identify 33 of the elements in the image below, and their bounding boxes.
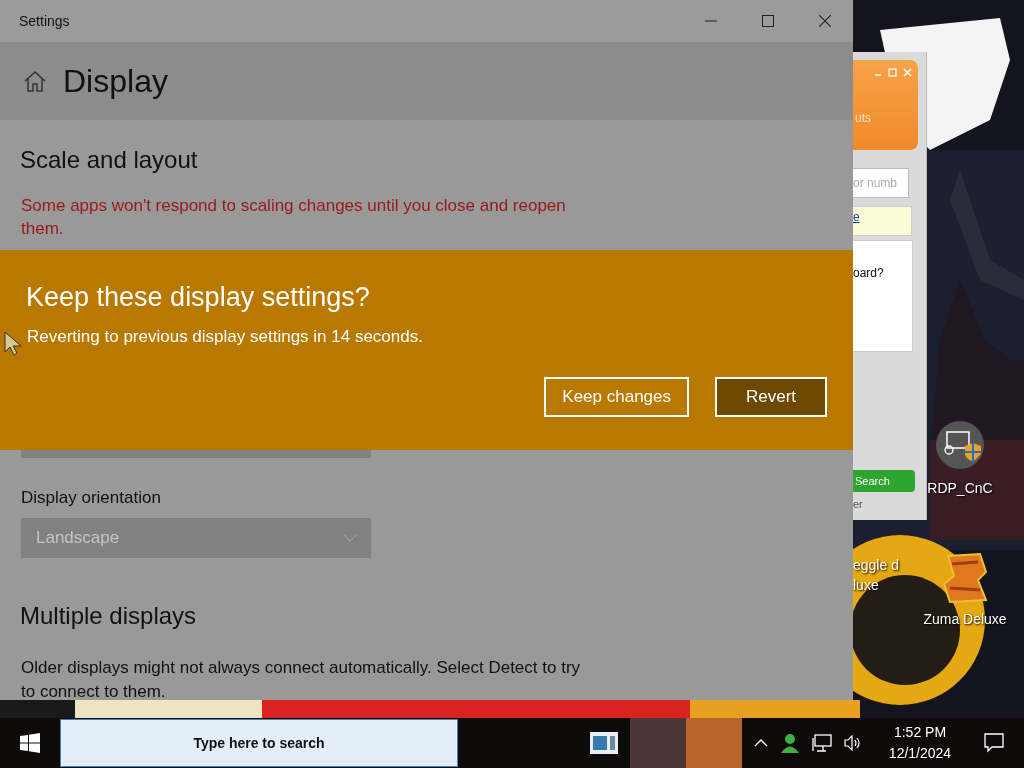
- network-icon[interactable]: [812, 734, 832, 752]
- field-label: Display orientation: [21, 488, 162, 508]
- section-heading: Multiple displays: [20, 602, 198, 630]
- date-text: 12/1/2024: [888, 744, 952, 763]
- countdown-text: Reverting to previous display settings in 14 seconds.: [26, 327, 423, 347]
- stone-idol-icon[interactable]: [940, 550, 990, 605]
- start-icon[interactable]: [20, 733, 40, 753]
- time-text: 1:52 PM: [893, 723, 947, 742]
- close-icon[interactable]: [819, 15, 831, 27]
- warning-text: Some apps won't respond to scaling changes until you close and reopen them.: [21, 195, 567, 240]
- window-icon[interactable]: [590, 732, 618, 754]
- link[interactable]: e: [853, 210, 860, 224]
- question-text: oard?: [853, 266, 884, 280]
- icon-label[interactable]: Zuma Deluxe: [923, 609, 1007, 629]
- window-title: Settings: [19, 13, 70, 29]
- maximize-icon[interactable]: [762, 15, 774, 27]
- icon-label[interactable]: RDP_CnC: [927, 478, 993, 498]
- remote-desktop-icon[interactable]: [935, 420, 985, 470]
- person-icon[interactable]: [780, 733, 800, 753]
- dialog-button[interactable]: Revert: [715, 377, 827, 417]
- page-title: Display: [63, 62, 168, 100]
- speaker-icon[interactable]: [844, 735, 862, 751]
- home-icon[interactable]: [23, 70, 47, 92]
- notification-icon[interactable]: [984, 733, 1004, 753]
- description-text: Older displays might not always connect automatically. Select Detect to try to connect to them.: [21, 657, 582, 700]
- chevron-up-icon[interactable]: [754, 739, 768, 747]
- section-heading: Scale and layout: [20, 146, 199, 174]
- status-text: er: [853, 498, 864, 510]
- chevron-icon: [343, 534, 357, 542]
- clock[interactable]: 1:52 PM 12/1/2024: [880, 722, 960, 764]
- search-field[interactable]: Type here to search: [60, 719, 458, 767]
- dialog-button[interactable]: Keep changes: [544, 377, 689, 417]
- dialog-title: Keep these display settings?: [26, 282, 371, 313]
